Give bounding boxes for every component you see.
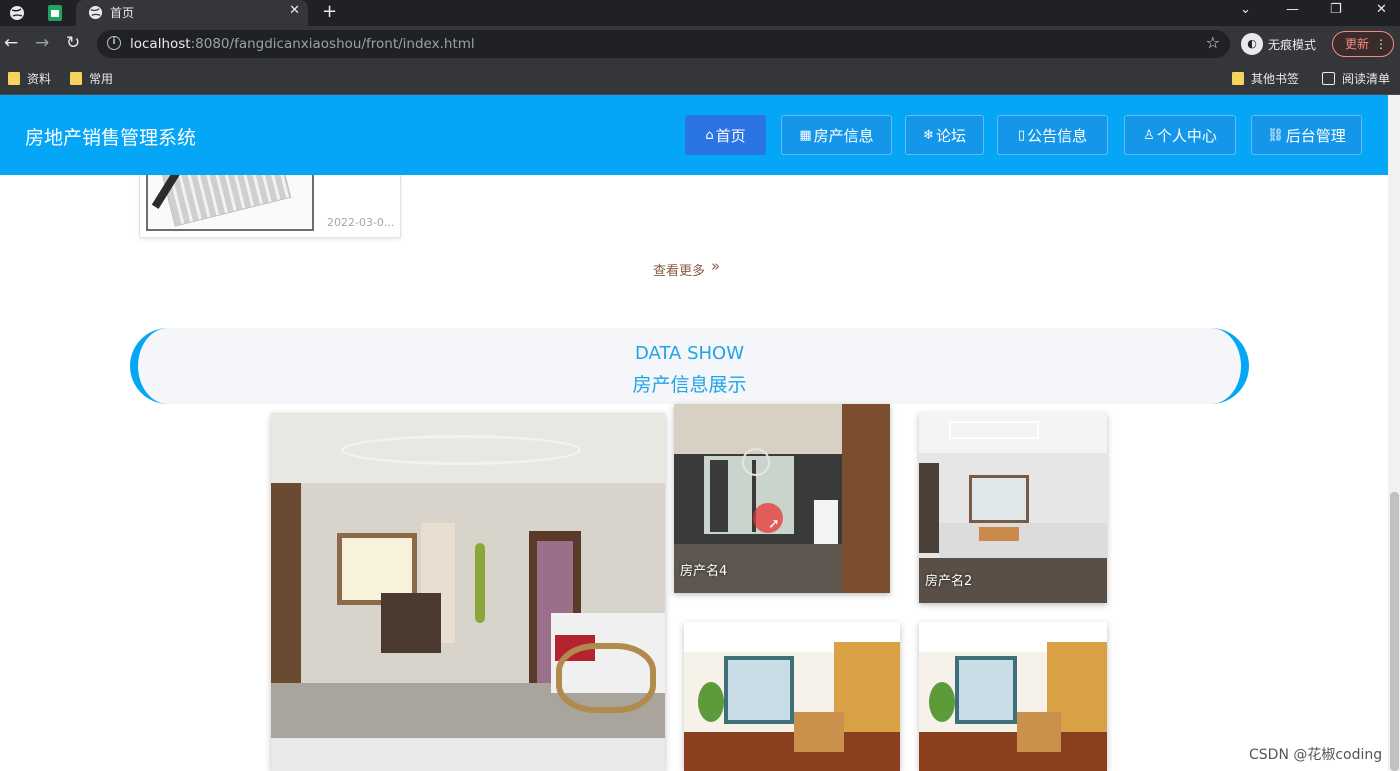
see-more-link[interactable]: 查看更多 bbox=[653, 260, 705, 279]
spreadsheet-icon bbox=[48, 5, 62, 21]
globe-icon bbox=[88, 5, 103, 20]
folder-icon bbox=[1232, 72, 1244, 85]
data-show-title-en: DATA SHOW bbox=[634, 343, 745, 364]
snowflake-icon: ❄ bbox=[923, 127, 934, 143]
address-bar: ← → ↻ i localhost:8080/fangdicanxiaoshou… bbox=[0, 26, 1400, 62]
pinned-tab-globe[interactable] bbox=[0, 0, 34, 26]
new-tab-icon[interactable]: + bbox=[322, 1, 337, 22]
property-caption-4: 房产名4 bbox=[680, 564, 728, 579]
pointer-cursor-icon: ➚ bbox=[768, 516, 780, 532]
data-show-title-cn: 房产信息展示 bbox=[632, 374, 747, 396]
minimize-icon[interactable]: — bbox=[1286, 2, 1299, 17]
bookmark-folder-changyong[interactable]: 常用 bbox=[70, 70, 113, 87]
scrollbar-thumb[interactable] bbox=[1390, 492, 1399, 771]
bookmark-folder-other[interactable]: 其他书签 bbox=[1232, 70, 1299, 87]
update-label: 更新 bbox=[1345, 37, 1370, 51]
property-photo-5[interactable] bbox=[919, 622, 1107, 771]
nav-forum[interactable]: ❄ 论坛 bbox=[905, 115, 984, 155]
url-input[interactable]: i localhost:8080/fangdicanxiaoshou/front… bbox=[97, 30, 1230, 58]
close-icon[interactable]: ✕ bbox=[289, 3, 300, 18]
nav-property-info[interactable]: ▦ 房产信息 bbox=[781, 115, 892, 155]
grid-icon: ▦ bbox=[799, 127, 812, 143]
more-icon[interactable]: ⋮ bbox=[1375, 32, 1387, 56]
site-title: 房地产销售管理系统 bbox=[25, 127, 197, 149]
site-header: 房地产销售管理系统 ⌂ 首页 ▦ 房产信息 ❄ 论坛 ▯ 公告信息 ♙ 个人中心… bbox=[0, 95, 1388, 175]
double-chevron-right-icon[interactable]: » bbox=[711, 257, 720, 275]
link-icon: ⛓ bbox=[1267, 127, 1284, 143]
incognito-indicator[interactable]: ◐ 无痕模式 bbox=[1241, 33, 1316, 55]
nav-personal-center[interactable]: ♙ 个人中心 bbox=[1124, 115, 1236, 155]
incognito-label: 无痕模式 bbox=[1268, 37, 1317, 52]
news-date: 2022-03-0... bbox=[327, 216, 395, 229]
property-photo-3[interactable]: 房产名2 bbox=[919, 413, 1107, 603]
property-photo-4[interactable] bbox=[684, 622, 900, 771]
bookmark-folder-ziliao[interactable]: 资料 bbox=[8, 70, 51, 87]
restore-icon[interactable]: ❐ bbox=[1330, 2, 1342, 17]
document-icon: ▯ bbox=[1017, 127, 1026, 143]
watermark: CSDN @花椒coding bbox=[1249, 747, 1383, 763]
reading-list-button[interactable]: 阅读清单 bbox=[1322, 70, 1390, 87]
close-window-icon[interactable]: ✕ bbox=[1376, 2, 1387, 17]
active-tab[interactable]: 首页 ✕ bbox=[76, 0, 308, 26]
nav-home[interactable]: ⌂ 首页 bbox=[685, 115, 766, 155]
info-icon[interactable]: i bbox=[107, 36, 121, 50]
property-photo-1[interactable] bbox=[271, 413, 665, 771]
folder-icon bbox=[70, 72, 82, 85]
nav-announcements[interactable]: ▯ 公告信息 bbox=[997, 115, 1108, 155]
bookmark-star-icon[interactable]: ☆ bbox=[1206, 33, 1220, 52]
data-show-banner: DATA SHOW 房产信息展示 bbox=[130, 328, 1249, 404]
reading-list-icon bbox=[1322, 72, 1335, 85]
reload-icon[interactable]: ↻ bbox=[66, 33, 80, 53]
user-icon: ♙ bbox=[1143, 127, 1155, 143]
chevron-down-icon[interactable]: ⌄ bbox=[1240, 2, 1251, 17]
news-thumbnail bbox=[146, 175, 314, 231]
update-button[interactable]: 更新 ⋮ bbox=[1332, 31, 1394, 57]
forward-icon[interactable]: → bbox=[35, 33, 49, 53]
back-icon[interactable]: ← bbox=[4, 33, 18, 53]
globe-icon bbox=[10, 6, 24, 20]
tab-title: 首页 bbox=[110, 6, 135, 20]
browser-tab-bar: 首页 ✕ + ⌄ — ❐ ✕ bbox=[0, 0, 1400, 26]
property-photo-2[interactable]: 房产名4 bbox=[674, 404, 890, 593]
home-icon: ⌂ bbox=[705, 127, 714, 143]
folder-icon bbox=[8, 72, 20, 85]
news-card[interactable]: 2022-03-0... bbox=[139, 175, 401, 238]
incognito-icon: ◐ bbox=[1241, 33, 1263, 55]
property-caption-2: 房产名2 bbox=[925, 574, 973, 589]
nav-admin[interactable]: ⛓ 后台管理 bbox=[1251, 115, 1362, 155]
url-text: localhost:8080/fangdicanxiaoshou/front/i… bbox=[130, 36, 475, 52]
pinned-tab-sheet[interactable] bbox=[38, 0, 72, 26]
bookmarks-bar: 资料 常用 其他书签 阅读清单 bbox=[0, 62, 1400, 95]
